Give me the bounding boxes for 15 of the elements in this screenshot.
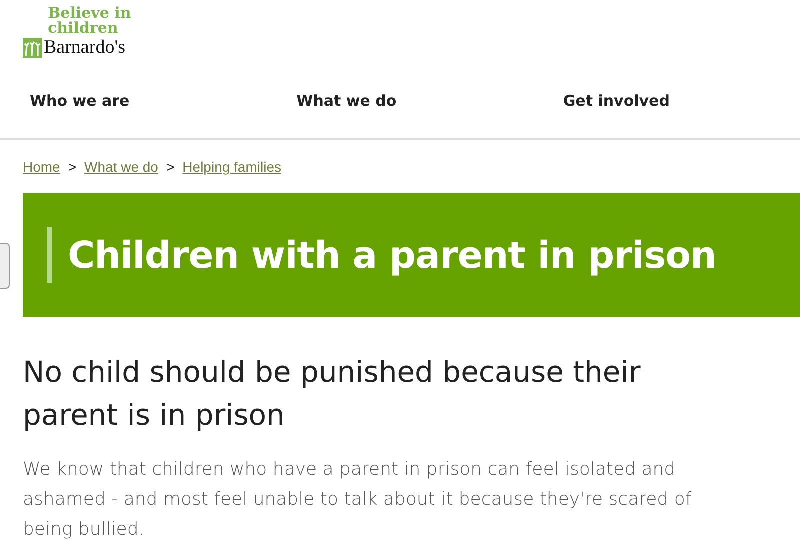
logo-tagline: Believe in children	[48, 6, 132, 36]
section-heading: No child should be punished because their parent is in prison	[23, 354, 642, 434]
nav-link[interactable]: Who we are	[0, 92, 267, 110]
breadcrumb-link[interactable]: What we do	[84, 159, 158, 175]
nav-link[interactable]: What we do	[266, 92, 534, 110]
figures-icon	[23, 38, 42, 58]
breadcrumb-link[interactable]: Helping families	[182, 159, 282, 175]
breadcrumb-link[interactable]: Home	[23, 159, 60, 175]
logo-name: Barnardo's	[44, 37, 126, 59]
intro-paragraph: We know that children who have a parent in prison can feel isolated and ashamed - and most feel unable to talk about it because they're scared of being bullied.	[23, 458, 693, 542]
nav-link[interactable]: Get involved	[533, 92, 800, 110]
breadcrumb-separator: >	[68, 159, 77, 175]
page-title: Children with a parent in prison	[68, 234, 716, 276]
side-tab-handle[interactable]	[0, 243, 10, 289]
breadcrumb-separator: >	[166, 159, 175, 175]
